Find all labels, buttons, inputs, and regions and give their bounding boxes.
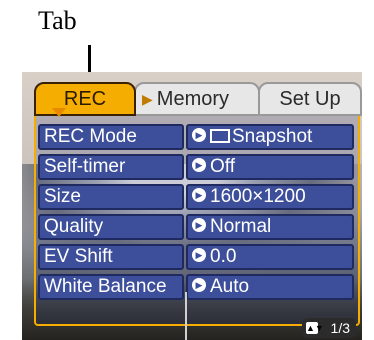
arrow-right-icon: ▶ xyxy=(192,187,206,202)
menu-item-label: Self-timer xyxy=(38,154,184,180)
tab-memory-label: Memory xyxy=(156,87,230,110)
menu-item-value[interactable]: ▶ Off xyxy=(186,154,354,180)
tab-arrow-icon: ▶ xyxy=(142,90,153,107)
arrow-right-icon: ▶ xyxy=(192,127,206,142)
menu-list: REC Mode ▶ Snapshot Self-timer ▶ Off Size … xyxy=(38,124,354,304)
value-text: 1600×1200 xyxy=(210,186,306,207)
menu-item-size[interactable]: Size ▶ 1600×1200 xyxy=(38,184,354,210)
menu-tabs: REC ▶ Memory Set Up xyxy=(34,82,362,116)
tab-callout-label: Tab xyxy=(38,6,77,35)
menu-item-label: Quality xyxy=(38,214,184,240)
menu-item-value[interactable]: ▶ 0.0 xyxy=(186,244,354,270)
camera-lcd-screen: REC ▶ Memory Set Up REC Mode ▶ Snapshot S… xyxy=(22,72,362,340)
menu-item-value[interactable]: ▶ 1600×1200 xyxy=(186,184,354,210)
tab-rec[interactable]: REC xyxy=(34,82,136,116)
menu-item-rec-mode[interactable]: REC Mode ▶ Snapshot xyxy=(38,124,354,150)
tab-rec-label: REC xyxy=(63,87,107,110)
value-text: Auto xyxy=(210,276,250,297)
menu-item-quality[interactable]: Quality ▶ Normal xyxy=(38,214,354,240)
menu-item-value[interactable]: ▶ Auto xyxy=(186,274,354,300)
page-scroll-icon: ▲▼ xyxy=(306,322,324,334)
menu-item-white-balance[interactable]: White Balance ▶ Auto xyxy=(38,274,354,300)
active-tab-indicator-icon xyxy=(52,108,66,117)
value-text: Normal xyxy=(210,216,272,237)
value-text: Snapshot xyxy=(232,126,313,147)
menu-item-label: EV Shift xyxy=(38,244,184,270)
page-indicator-text: 1/3 xyxy=(330,320,350,336)
menu-item-value[interactable]: ▶ Snapshot xyxy=(186,124,354,150)
value-text: Off xyxy=(210,156,235,177)
page-indicator: ▲▼ 1/3 xyxy=(302,318,356,338)
value-text: 0.0 xyxy=(210,246,237,267)
menu-item-label: REC Mode xyxy=(38,124,184,150)
tab-setup-label: Set Up xyxy=(279,87,341,110)
menu-item-self-timer[interactable]: Self-timer ▶ Off xyxy=(38,154,354,180)
camera-icon xyxy=(210,128,230,143)
menu-item-label: White Balance xyxy=(38,274,184,300)
tab-memory[interactable]: ▶ Memory xyxy=(134,82,260,116)
arrow-right-icon: ▶ xyxy=(192,277,206,292)
menu-item-value[interactable]: ▶ Normal xyxy=(186,214,354,240)
arrow-right-icon: ▶ xyxy=(192,157,206,172)
tab-setup[interactable]: Set Up xyxy=(258,82,362,116)
cursor-marker xyxy=(185,292,187,340)
menu-item-ev-shift[interactable]: EV Shift ▶ 0.0 xyxy=(38,244,354,270)
menu-item-label: Size xyxy=(38,184,184,210)
arrow-right-icon: ▶ xyxy=(192,247,206,262)
arrow-right-icon: ▶ xyxy=(192,217,206,232)
